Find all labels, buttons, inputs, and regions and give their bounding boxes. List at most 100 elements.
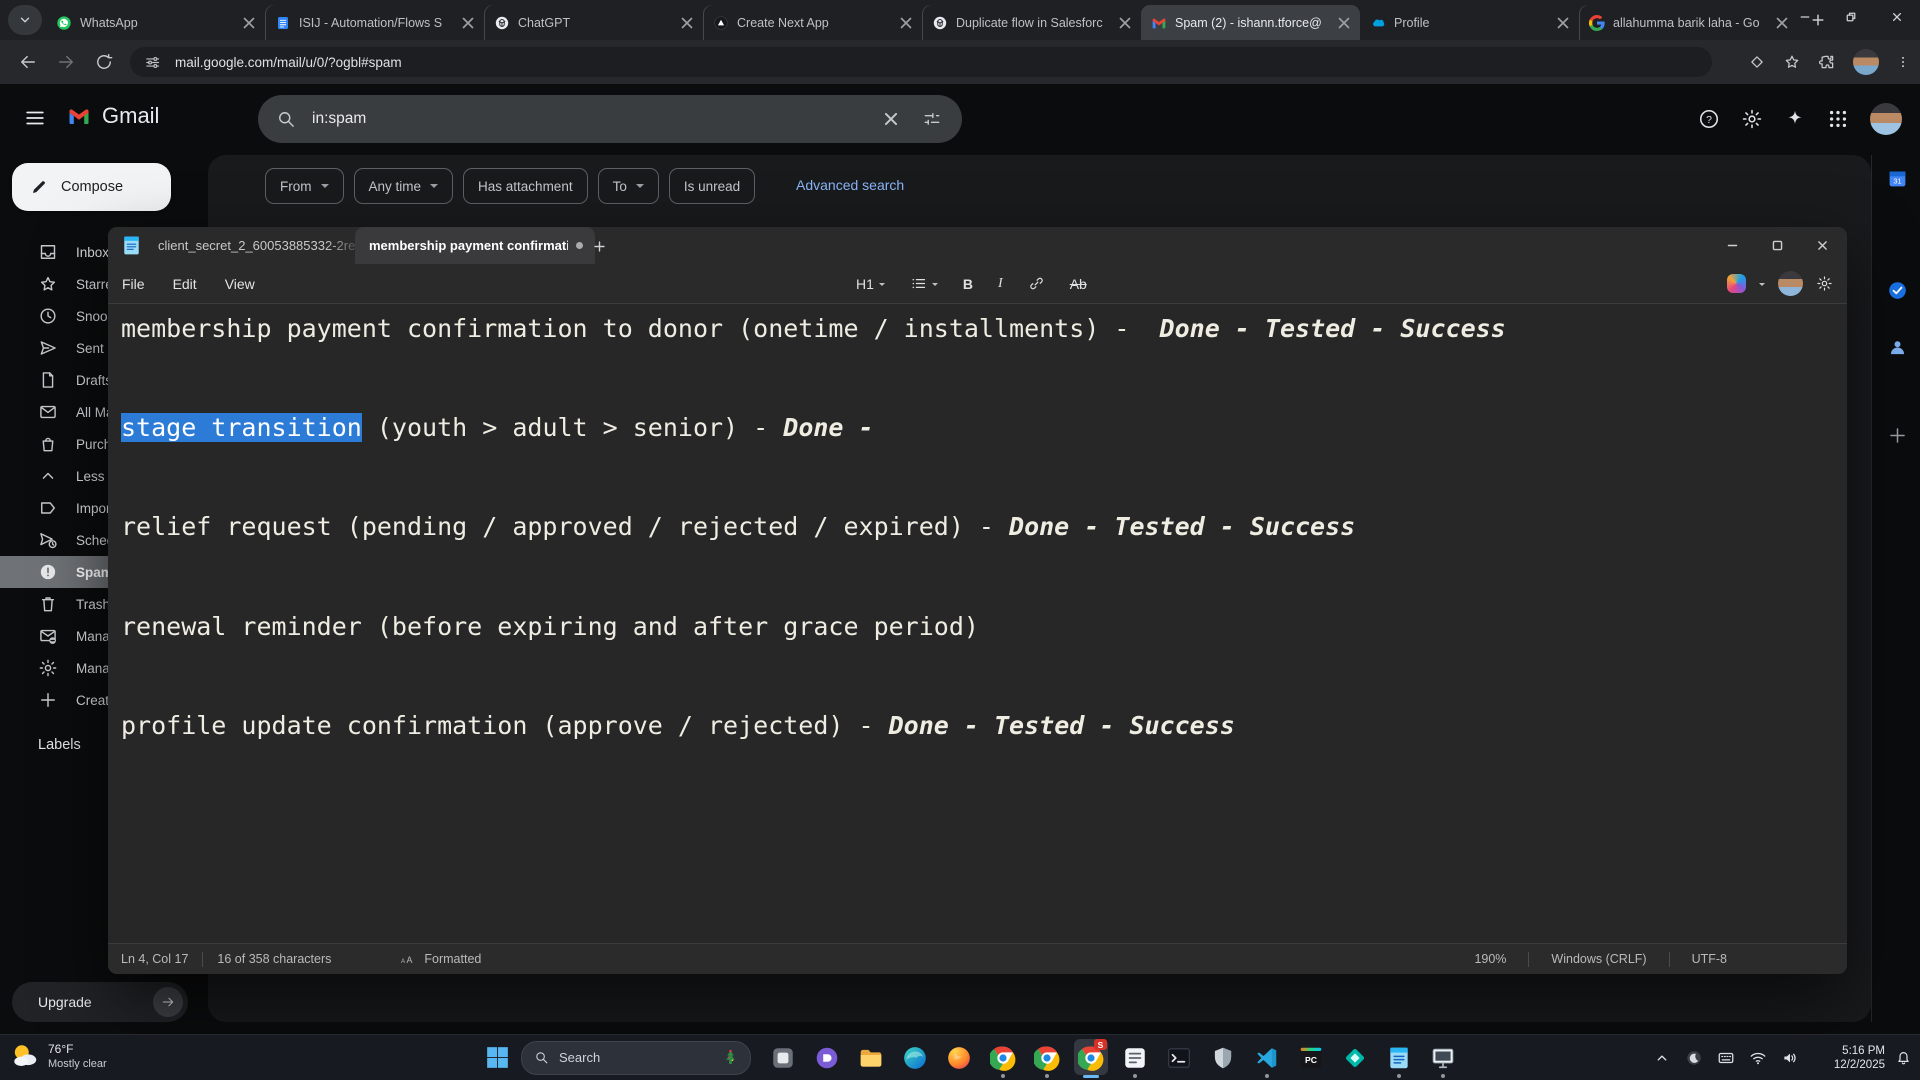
upgrade-arrow-button[interactable] [153, 987, 183, 1017]
close-icon[interactable] [241, 15, 257, 31]
clear-formatting-button[interactable]: Ab [1070, 276, 1087, 292]
contacts-icon[interactable] [1887, 337, 1908, 358]
editor-line[interactable]: stage transition (youth > adult > senior… [121, 403, 1839, 453]
notepad-tab-inactive[interactable]: client_secret_2_60053885332-2reqe52rribe [148, 227, 365, 264]
browser-tab[interactable]: WhatsApp [46, 5, 265, 40]
taskbar-app[interactable] [1113, 1035, 1157, 1080]
taskbar-app[interactable] [1377, 1035, 1421, 1080]
notepad-account-avatar[interactable] [1778, 271, 1803, 296]
notepad-close-button[interactable] [1800, 227, 1845, 264]
taskbar-app[interactable] [981, 1035, 1025, 1080]
extension-action-icon[interactable] [1748, 53, 1766, 71]
url-text[interactable]: mail.google.com/mail/u/0/?ogbl#spam [175, 55, 402, 70]
search-icon[interactable] [276, 109, 296, 129]
close-icon[interactable] [1336, 15, 1352, 31]
calendar-icon[interactable]: 31 [1887, 168, 1908, 189]
close-button[interactable] [1874, 0, 1920, 34]
menu-item[interactable]: Edit [159, 276, 211, 292]
hidden-icons-chevron[interactable] [1653, 1049, 1671, 1067]
gmail-account-avatar[interactable] [1870, 103, 1902, 135]
copilot-icon[interactable] [1727, 274, 1746, 293]
search-input[interactable] [310, 109, 882, 129]
filter-chip[interactable]: Any time [353, 168, 454, 204]
taskbar-app[interactable]: PC [1289, 1035, 1333, 1080]
editor-line[interactable] [121, 651, 1839, 701]
filter-chip[interactable]: From [265, 168, 344, 204]
list-dropdown[interactable] [910, 275, 938, 292]
notepad-settings-gear-icon[interactable] [1816, 275, 1833, 292]
help-icon[interactable]: ? [1698, 108, 1720, 130]
settings-gear-icon[interactable] [1741, 108, 1763, 130]
close-icon[interactable] [1555, 15, 1571, 31]
browser-tab[interactable]: Create Next App [703, 5, 922, 40]
taskbar-app[interactable] [1025, 1035, 1069, 1080]
gemini-sparkle-icon[interactable] [1784, 108, 1806, 130]
browser-tab[interactable]: Duplicate flow in Salesforc [922, 5, 1141, 40]
back-icon[interactable] [18, 52, 38, 72]
hamburger-menu-icon[interactable] [24, 107, 46, 129]
notepad-minimize-button[interactable] [1710, 227, 1755, 264]
line-ending-status[interactable]: Windows (CRLF) [1529, 952, 1668, 966]
notepad-maximize-button[interactable] [1755, 227, 1800, 264]
compose-button[interactable]: Compose [12, 163, 171, 211]
wifi-icon[interactable] [1749, 1049, 1767, 1067]
maximize-button[interactable] [1828, 0, 1874, 34]
browser-tab[interactable]: Spam (2) - ishann.tforce@ [1141, 5, 1360, 40]
taskbar-app[interactable] [1245, 1035, 1289, 1080]
editor-line[interactable]: relief request (pending / approved / rej… [121, 502, 1839, 552]
browser-tab[interactable]: allahumma barik laha - Go [1579, 5, 1798, 40]
filter-chip[interactable]: Has attachment [463, 168, 588, 204]
touch-keyboard-icon[interactable] [1717, 1049, 1735, 1067]
forward-icon[interactable] [56, 52, 76, 72]
editor-line[interactable] [121, 552, 1839, 602]
zoom-level-status[interactable]: 190% [1452, 952, 1528, 966]
editor-text-area[interactable]: membership payment confirmation to donor… [108, 302, 1847, 943]
browser-tab[interactable]: ChatGPT [484, 5, 703, 40]
taskbar-app[interactable] [1421, 1035, 1465, 1080]
editor-line[interactable]: membership payment confirmation to donor… [121, 304, 1839, 354]
filter-chip[interactable]: To [597, 168, 659, 204]
url-field[interactable]: mail.google.com/mail/u/0/?ogbl#spam [130, 47, 1712, 77]
taskbar-clock[interactable]: 5:16 PM 12/2/2025 [1813, 1044, 1885, 1072]
taskbar-app[interactable] [761, 1035, 805, 1080]
google-apps-grid-icon[interactable] [1827, 108, 1849, 130]
insert-link-button[interactable] [1028, 275, 1045, 292]
notepad-new-tab-button[interactable] [586, 233, 612, 259]
volume-icon[interactable] [1781, 1049, 1799, 1067]
browser-menu-icon[interactable] [1896, 53, 1910, 71]
tasks-icon[interactable] [1887, 280, 1908, 301]
clear-search-icon[interactable] [882, 110, 900, 128]
browser-tab[interactable]: Profile [1360, 5, 1579, 40]
bold-button[interactable]: B [963, 276, 973, 292]
menu-item[interactable]: File [108, 276, 159, 292]
italic-button[interactable]: I [998, 276, 1003, 292]
get-addons-plus-icon[interactable] [1887, 425, 1908, 446]
gmail-logo[interactable]: Gmail [64, 103, 159, 129]
taskbar-app[interactable] [849, 1035, 893, 1080]
heading-style-dropdown[interactable]: H1 [856, 276, 885, 292]
browser-profile-avatar[interactable] [1853, 49, 1879, 75]
site-info-icon[interactable] [144, 54, 161, 71]
menu-item[interactable]: View [211, 276, 269, 292]
taskbar-app[interactable] [1333, 1035, 1377, 1080]
upgrade-button[interactable]: Upgrade [12, 982, 188, 1022]
editor-line[interactable]: profile update confirmation (approve / r… [121, 701, 1839, 751]
taskbar-weather-widget[interactable]: 76°F Mostly clear [10, 1041, 107, 1071]
search-options-icon[interactable] [922, 109, 942, 129]
editor-line[interactable] [121, 453, 1839, 503]
taskbar-app[interactable]: S [1069, 1035, 1113, 1080]
taskbar-app[interactable] [893, 1035, 937, 1080]
advanced-search-link[interactable]: Advanced search [796, 177, 904, 193]
close-icon[interactable] [460, 15, 476, 31]
tab-search-button[interactable] [8, 5, 42, 35]
filter-chip[interactable]: Is unread [668, 168, 756, 204]
editor-line[interactable] [121, 354, 1839, 404]
reload-icon[interactable] [94, 52, 114, 72]
bookmark-star-icon[interactable] [1783, 53, 1801, 71]
close-icon[interactable] [679, 15, 695, 31]
browser-tab[interactable]: ISIJ - Automation/Flows S [265, 5, 484, 40]
notifications-bell-icon[interactable] [1895, 1049, 1912, 1066]
taskbar-app[interactable] [937, 1035, 981, 1080]
notepad-tab-active[interactable]: membership payment confirmation [355, 227, 595, 264]
editor-line[interactable]: renewal reminder (before expiring and af… [121, 602, 1839, 652]
